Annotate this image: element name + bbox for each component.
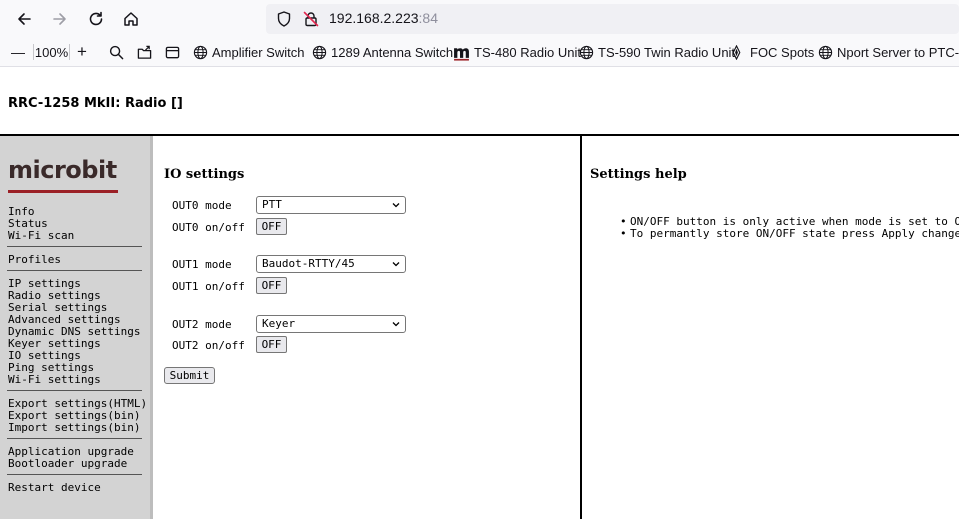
out2-onoff-label: OUT2 on/off bbox=[172, 339, 245, 352]
out2-mode-value: Keyer bbox=[262, 317, 296, 330]
globe-icon bbox=[193, 45, 208, 59]
folder-arrow-icon bbox=[137, 45, 151, 59]
m-logo-icon bbox=[454, 47, 469, 61]
out1-mode-label: OUT1 mode bbox=[172, 258, 232, 271]
reload-button[interactable] bbox=[83, 6, 109, 32]
sidebar-item-profiles[interactable]: Profiles bbox=[8, 254, 61, 266]
url-port: :84 bbox=[418, 10, 438, 26]
globe-icon bbox=[818, 45, 833, 59]
back-button[interactable] bbox=[11, 6, 37, 32]
search-icon bbox=[109, 45, 123, 59]
out1-mode-select[interactable]: Baudot-RTTY/45 bbox=[256, 255, 406, 273]
out0-mode-select[interactable]: PTT bbox=[256, 196, 406, 214]
sidebar-separator bbox=[7, 246, 142, 247]
page-title: RRC-1258 MkII: Radio [] bbox=[8, 96, 183, 111]
settings-help-title: Settings help bbox=[590, 167, 687, 182]
bookmark-label: 1289 Antenna Switch bbox=[331, 44, 454, 60]
bookmark-label: TS-590 Twin Radio Unit bbox=[598, 44, 736, 60]
sidebar-separator bbox=[7, 390, 142, 391]
out2-onoff-button[interactable]: OFF bbox=[256, 336, 287, 353]
settings-help-panel: Settings help ON/OFF button is only acti… bbox=[582, 136, 959, 519]
out2-mode-select[interactable]: Keyer bbox=[256, 315, 406, 333]
bookmark-nport-server[interactable]: Nport Server to PTC-II bbox=[818, 42, 959, 62]
bookmark-label: TS-480 Radio Unit bbox=[474, 44, 581, 60]
reload-icon bbox=[89, 11, 103, 26]
chevron-down-icon bbox=[392, 262, 400, 267]
microbit-logo: microbit bbox=[8, 156, 117, 184]
out1-onoff-label: OUT1 on/off bbox=[172, 280, 245, 293]
io-settings-title: IO settings bbox=[164, 167, 245, 182]
home-icon bbox=[124, 12, 138, 26]
url-bar[interactable]: 192.168.2.223:84 bbox=[266, 4, 959, 34]
out0-onoff-button[interactable]: OFF bbox=[256, 218, 287, 235]
sidebar-item-import-settings-bin[interactable]: Import settings(bin) bbox=[8, 422, 140, 434]
globe-icon bbox=[579, 45, 594, 59]
bookmark-label: Amplifier Switch bbox=[212, 44, 305, 60]
bookmark-1289-antenna-switch[interactable]: 1289 Antenna Switch bbox=[312, 42, 453, 62]
zoom-out-button[interactable]: — bbox=[9, 42, 27, 62]
out1-onoff-button[interactable]: OFF bbox=[256, 277, 287, 294]
out0-mode-label: OUT0 mode bbox=[172, 199, 232, 212]
window-icon bbox=[165, 46, 179, 58]
submit-button[interactable]: Submit bbox=[164, 367, 215, 384]
bookmark-label: Nport Server to PTC-II bbox=[837, 44, 959, 60]
bookmarks-toolbar: — 100% + Amplifier Switch 1289 Antenna S… bbox=[0, 37, 959, 67]
sidebar-separator bbox=[7, 270, 142, 271]
sidebar-item-wifi-settings[interactable]: Wi-Fi settings bbox=[8, 374, 101, 386]
browser-toolbar: 192.168.2.223:84 bbox=[0, 0, 959, 37]
insecure-lock-icon[interactable] bbox=[302, 10, 320, 28]
diamond-icon bbox=[732, 44, 741, 60]
search-button[interactable] bbox=[106, 42, 126, 62]
out1-mode-value: Baudot-RTTY/45 bbox=[262, 257, 355, 270]
bookmark-foc-spots[interactable]: FOC Spots bbox=[729, 42, 814, 62]
url-text[interactable]: 192.168.2.223:84 bbox=[329, 10, 438, 26]
zoom-level-button[interactable]: 100% bbox=[35, 42, 68, 62]
globe-icon bbox=[312, 45, 327, 59]
chevron-down-icon bbox=[392, 203, 400, 208]
home-button[interactable] bbox=[118, 6, 144, 32]
forward-button[interactable] bbox=[47, 6, 73, 32]
sidebar-separator bbox=[7, 438, 142, 439]
bookmark-ts-590-twin-radio-unit[interactable]: TS-590 Twin Radio Unit bbox=[579, 42, 735, 62]
arrow-left-icon bbox=[18, 13, 31, 25]
out2-mode-label: OUT2 mode bbox=[172, 318, 232, 331]
bookmark-ts-480-radio-unit[interactable]: TS-480 Radio Unit bbox=[453, 42, 581, 62]
sidebar: microbit Info Status Wi-Fi scan Profiles… bbox=[0, 136, 150, 519]
help-list: ON/OFF button is only active when mode i… bbox=[620, 216, 959, 241]
bookmark-label: FOC Spots bbox=[750, 44, 815, 60]
logo-underline bbox=[8, 190, 118, 193]
shield-icon[interactable] bbox=[275, 10, 293, 28]
chevron-down-icon bbox=[392, 322, 400, 327]
sidebar-separator bbox=[7, 474, 142, 475]
sidebar-toggle-button[interactable] bbox=[162, 42, 182, 62]
arrow-right-icon bbox=[53, 13, 66, 25]
bookmark-amplifier-switch[interactable]: Amplifier Switch bbox=[193, 42, 304, 62]
sidebar-item-bootloader-upgrade[interactable]: Bootloader upgrade bbox=[8, 458, 127, 470]
sidebar-item-wifi-scan[interactable]: Wi-Fi scan bbox=[8, 230, 74, 242]
url-host: 192.168.2.223 bbox=[329, 10, 419, 26]
toolbar-separator bbox=[33, 44, 34, 60]
toolbar-separator bbox=[69, 44, 70, 60]
sidebar-item-restart-device[interactable]: Restart device bbox=[8, 482, 101, 494]
out0-onoff-label: OUT0 on/off bbox=[172, 221, 245, 234]
save-to-pocket-button[interactable] bbox=[134, 42, 154, 62]
io-settings-panel: IO settings OUT0 mode PTT OUT0 on/off OF… bbox=[153, 136, 581, 519]
help-item: To permantly store ON/OFF state press Ap… bbox=[620, 228, 959, 241]
zoom-in-button[interactable]: + bbox=[72, 42, 92, 62]
out0-mode-value: PTT bbox=[262, 198, 282, 211]
